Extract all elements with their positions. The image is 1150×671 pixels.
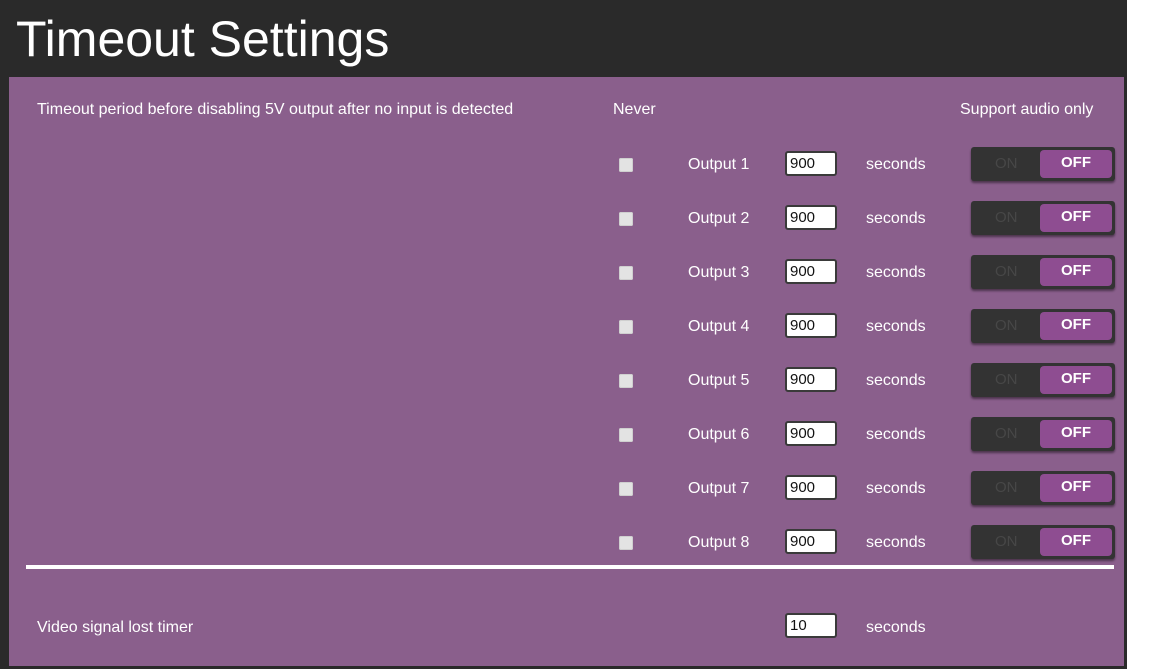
never-checkbox-output-7[interactable]	[619, 482, 633, 496]
output-6-timeout-input[interactable]	[785, 421, 837, 446]
never-checkbox-output-3[interactable]	[619, 266, 633, 280]
toggle-on-label: ON	[995, 209, 1018, 226]
output-row-8: Output 8 seconds ON OFF	[9, 525, 1124, 565]
page-title: Timeout Settings	[16, 11, 390, 67]
seconds-label: seconds	[866, 318, 926, 335]
toggle-off-label: OFF	[1040, 258, 1112, 286]
seconds-label: seconds	[866, 619, 926, 636]
toggle-off-label: OFF	[1040, 150, 1112, 178]
audio-only-toggle-output-2[interactable]: ON OFF	[971, 201, 1115, 235]
seconds-label: seconds	[866, 372, 926, 389]
audio-only-toggle-output-7[interactable]: ON OFF	[971, 471, 1115, 505]
seconds-label: seconds	[866, 156, 926, 173]
output-label: Output 2	[688, 210, 750, 227]
output-8-timeout-input[interactable]	[785, 529, 837, 554]
toggle-on-label: ON	[995, 479, 1018, 496]
never-checkbox-output-1[interactable]	[619, 158, 633, 172]
settings-panel: Timeout period before disabling 5V outpu…	[9, 77, 1124, 666]
toggle-on-label: ON	[995, 533, 1018, 550]
output-row-7: Output 7 seconds ON OFF	[9, 471, 1124, 511]
output-4-timeout-input[interactable]	[785, 313, 837, 338]
output-label: Output 4	[688, 318, 750, 335]
seconds-label: seconds	[866, 534, 926, 551]
toggle-on-label: ON	[995, 263, 1018, 280]
output-5-timeout-input[interactable]	[785, 367, 837, 392]
audio-only-toggle-output-5[interactable]: ON OFF	[971, 363, 1115, 397]
audio-only-toggle-output-1[interactable]: ON OFF	[971, 147, 1115, 181]
support-audio-column-header: Support audio only	[960, 101, 1094, 118]
output-label: Output 5	[688, 372, 750, 389]
video-signal-lost-timer-input[interactable]	[785, 613, 837, 638]
toggle-off-label: OFF	[1040, 528, 1112, 556]
toggle-off-label: OFF	[1040, 366, 1112, 394]
output-label: Output 3	[688, 264, 750, 281]
never-checkbox-output-6[interactable]	[619, 428, 633, 442]
output-label: Output 7	[688, 480, 750, 497]
audio-only-toggle-output-6[interactable]: ON OFF	[971, 417, 1115, 451]
output-row-3: Output 3 seconds ON OFF	[9, 255, 1124, 295]
section-divider	[26, 565, 1114, 569]
output-7-timeout-input[interactable]	[785, 475, 837, 500]
never-checkbox-output-8[interactable]	[619, 536, 633, 550]
output-label: Output 1	[688, 156, 750, 173]
never-checkbox-output-4[interactable]	[619, 320, 633, 334]
audio-only-toggle-output-8[interactable]: ON OFF	[971, 525, 1115, 559]
output-row-5: Output 5 seconds ON OFF	[9, 363, 1124, 403]
output-row-4: Output 4 seconds ON OFF	[9, 309, 1124, 349]
output-row-6: Output 6 seconds ON OFF	[9, 417, 1124, 457]
toggle-on-label: ON	[995, 425, 1018, 442]
toggle-on-label: ON	[995, 317, 1018, 334]
seconds-label: seconds	[866, 264, 926, 281]
output-2-timeout-input[interactable]	[785, 205, 837, 230]
toggle-on-label: ON	[995, 155, 1018, 172]
toggle-off-label: OFF	[1040, 474, 1112, 502]
window-frame: Timeout Settings Timeout period before d…	[0, 0, 1127, 669]
toggle-off-label: OFF	[1040, 204, 1112, 232]
output-row-1: Output 1 seconds ON OFF	[9, 147, 1124, 187]
toggle-off-label: OFF	[1040, 420, 1112, 448]
output-label: Output 8	[688, 534, 750, 551]
toggle-off-label: OFF	[1040, 312, 1112, 340]
never-checkbox-output-2[interactable]	[619, 212, 633, 226]
output-1-timeout-input[interactable]	[785, 151, 837, 176]
seconds-label: seconds	[866, 210, 926, 227]
output-label: Output 6	[688, 426, 750, 443]
timeout-description: Timeout period before disabling 5V outpu…	[37, 101, 514, 118]
seconds-label: seconds	[866, 426, 926, 443]
video-signal-lost-label: Video signal lost timer	[37, 619, 194, 636]
audio-only-toggle-output-3[interactable]: ON OFF	[971, 255, 1115, 289]
never-checkbox-output-5[interactable]	[619, 374, 633, 388]
audio-only-toggle-output-4[interactable]: ON OFF	[971, 309, 1115, 343]
seconds-label: seconds	[866, 480, 926, 497]
toggle-on-label: ON	[995, 371, 1018, 388]
never-column-header: Never	[613, 101, 656, 118]
output-row-2: Output 2 seconds ON OFF	[9, 201, 1124, 241]
output-3-timeout-input[interactable]	[785, 259, 837, 284]
